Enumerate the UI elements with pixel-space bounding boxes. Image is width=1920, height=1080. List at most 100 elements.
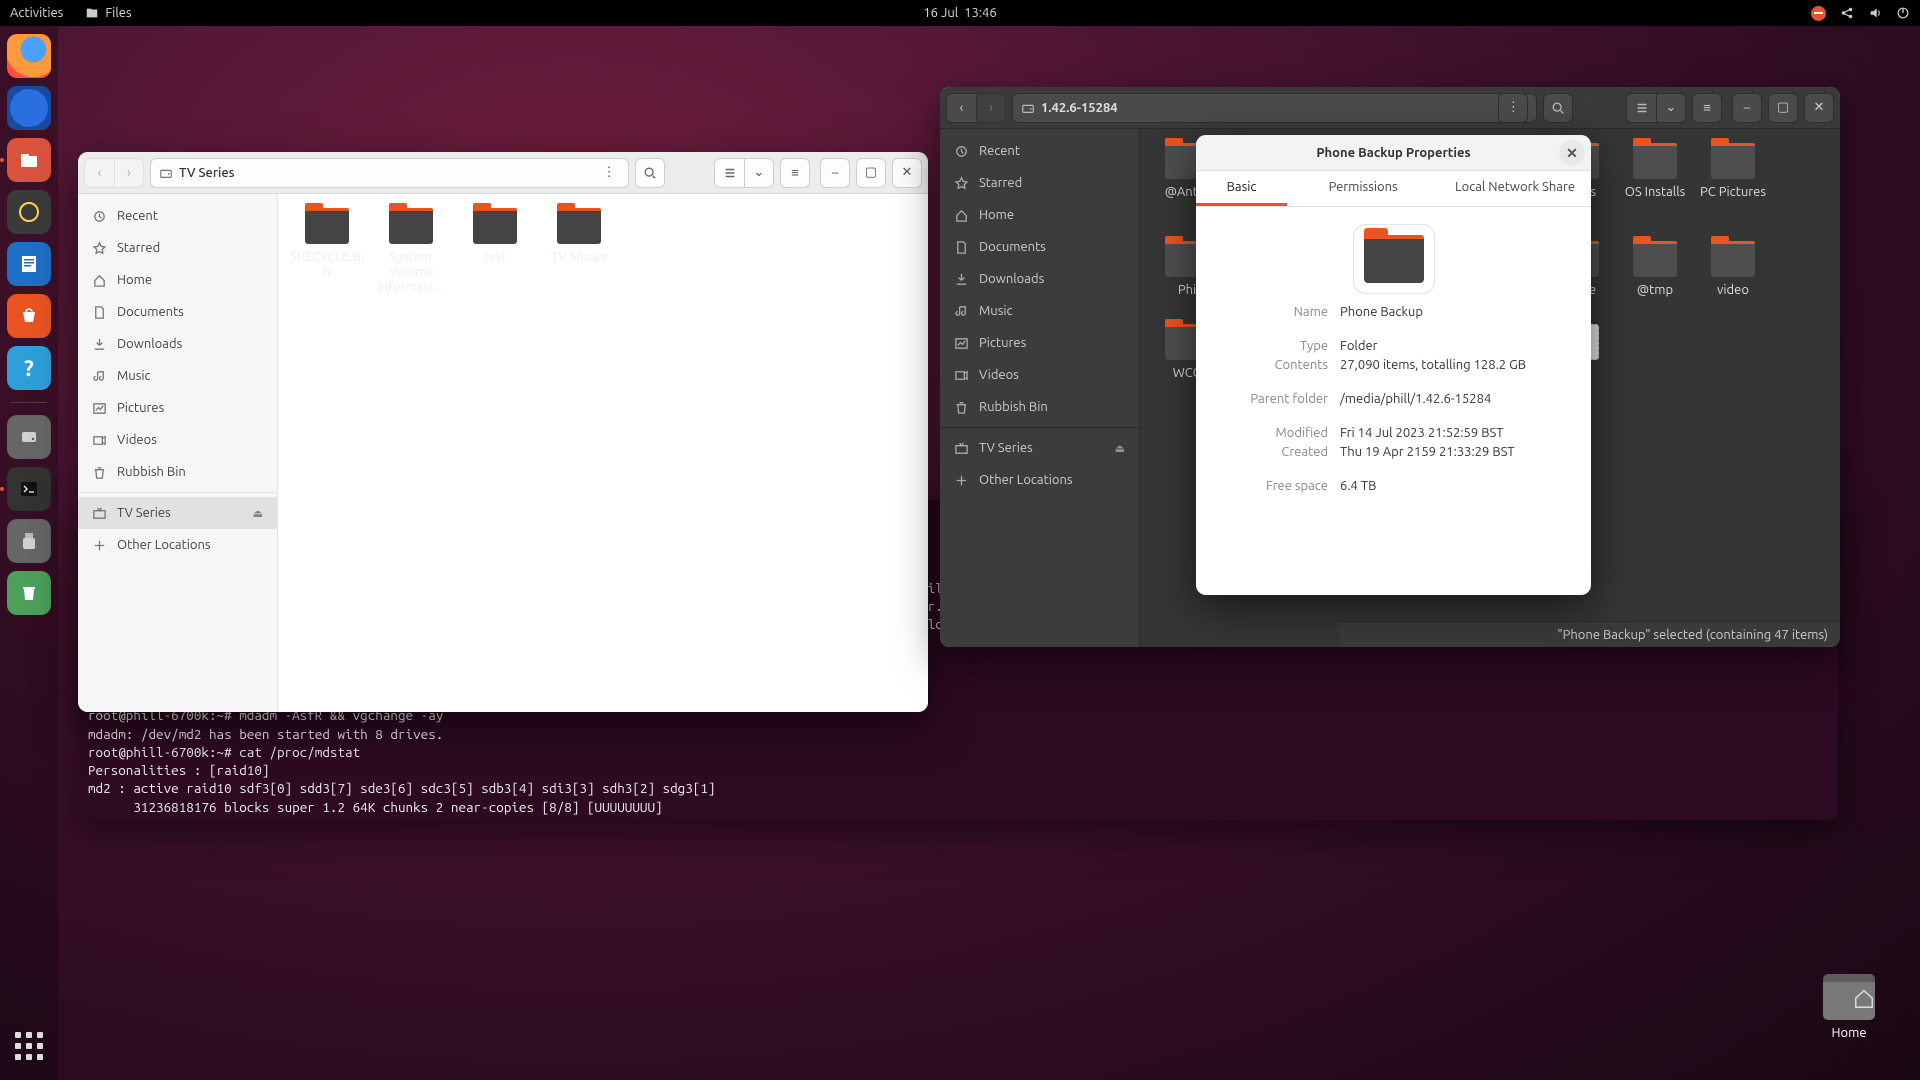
dock-drive-1[interactable] — [7, 415, 51, 459]
sidebar: RecentStarredHomeDocumentsDownloadsMusic… — [940, 129, 1140, 647]
value-freespace: 6.4 TB — [1340, 479, 1569, 493]
status-bar: "Phone Backup" selected (containing 47 i… — [1340, 621, 1840, 647]
sidebar-item-home[interactable]: Home — [78, 264, 277, 296]
sidebar-mount-tv-series[interactable]: TV Series⏏ — [78, 497, 277, 529]
tab-basic[interactable]: Basic — [1196, 171, 1287, 206]
value-name: Phone Backup — [1340, 305, 1569, 319]
sidebar-item-rubbish-bin[interactable]: Rubbish Bin — [78, 456, 277, 488]
location-label: 1.42.6-15284 — [1041, 101, 1118, 115]
sidebar-item-recent[interactable]: Recent — [78, 200, 277, 232]
sidebar-item-home[interactable]: Home — [940, 199, 1139, 231]
sidebar: RecentStarredHomeDocumentsDownloadsMusic… — [78, 194, 278, 712]
folder-item[interactable]: PC Pictures — [1694, 143, 1772, 215]
dock-terminal[interactable] — [7, 467, 51, 511]
tab-local-network-share[interactable]: Local Network Share — [1439, 171, 1591, 206]
folder-item[interactable]: OS Installs — [1616, 143, 1694, 215]
clock[interactable]: 16 Jul 13:46 — [923, 6, 996, 20]
sidebar-item-downloads[interactable]: Downloads — [940, 263, 1139, 295]
dock-firefox[interactable] — [7, 34, 51, 78]
label-type: Type — [1218, 339, 1328, 353]
view-list-button[interactable] — [714, 158, 744, 188]
desktop-home-folder[interactable]: Home — [1823, 974, 1875, 1040]
show-applications-button[interactable] — [7, 1024, 51, 1068]
power-icon[interactable] — [1896, 6, 1910, 20]
dock-help[interactable]: ? — [7, 346, 51, 390]
value-parent: /media/phill/1.42.6-15284 — [1340, 392, 1569, 406]
dock-trash[interactable] — [7, 571, 51, 615]
maximize-button[interactable]: ▢ — [856, 158, 886, 188]
label-modified: Modified — [1218, 426, 1328, 440]
hamburger-button[interactable]: ≡ — [1692, 93, 1722, 123]
folder-item[interactable]: video — [1694, 241, 1772, 298]
forward-button[interactable]: › — [976, 93, 1006, 123]
location-label: TV Series — [179, 166, 235, 180]
top-bar: Activities Files 16 Jul 13:46 — [0, 0, 1920, 26]
files-window-tv-series: ‹ › TV Series ⋮ ⌄ ≡ – ▢ ✕ RecentStarredH… — [78, 152, 928, 712]
forward-button[interactable]: › — [114, 158, 144, 188]
minimize-button[interactable]: – — [820, 158, 850, 188]
dock-rhythmbox[interactable] — [7, 190, 51, 234]
path-menu-button[interactable]: ⋮ — [1498, 93, 1528, 123]
close-button[interactable]: ✕ — [1804, 93, 1834, 123]
view-list-button[interactable] — [1626, 93, 1656, 123]
sidebar-item-videos[interactable]: Videos — [78, 424, 277, 456]
folder-item[interactable]: System Volume Informati… — [370, 208, 452, 295]
no-entry-icon[interactable] — [1811, 6, 1826, 21]
activities-button[interactable]: Activities — [10, 6, 63, 20]
back-button[interactable]: ‹ — [946, 93, 976, 123]
sidebar-item-videos[interactable]: Videos — [940, 359, 1139, 391]
search-button[interactable] — [1543, 93, 1573, 123]
search-button[interactable] — [635, 158, 665, 188]
dock-ubuntu-software[interactable] — [7, 294, 51, 338]
sidebar-item-starred[interactable]: Starred — [940, 167, 1139, 199]
label-name: Name — [1218, 305, 1328, 319]
location-bar[interactable]: TV Series ⋮ — [150, 158, 629, 188]
sidebar-mount-tv-series[interactable]: TV Series⏏ — [940, 432, 1139, 464]
sidebar-item-starred[interactable]: Starred — [78, 232, 277, 264]
dialog-title: Phone Backup Properties — [1316, 146, 1470, 160]
maximize-button[interactable]: ▢ — [1768, 93, 1798, 123]
dock: ? — [0, 26, 58, 1080]
path-menu-button[interactable]: ⋮ — [598, 162, 620, 184]
sidebar-other-locations[interactable]: Other Locations — [940, 464, 1139, 496]
tab-permissions[interactable]: Permissions — [1287, 171, 1439, 206]
folder-item[interactable]: test — [454, 208, 536, 295]
sidebar-item-pictures[interactable]: Pictures — [78, 392, 277, 424]
label-parent: Parent folder — [1218, 392, 1328, 406]
sidebar-item-documents[interactable]: Documents — [940, 231, 1139, 263]
folder-item[interactable]: $RECYCLE.BIN — [286, 208, 368, 295]
label-created: Created — [1218, 445, 1328, 459]
value-created: Thu 19 Apr 2159 21:33:29 BST — [1340, 445, 1569, 459]
minimize-button[interactable]: – — [1732, 93, 1762, 123]
headerbar: ‹ › 1.42.6-15284 ⋮ ⌄ ≡ – ▢ ✕ — [940, 87, 1840, 129]
sidebar-item-music[interactable]: Music — [78, 360, 277, 392]
properties-dialog: Phone Backup Properties ✕ Basic Permissi… — [1196, 135, 1591, 595]
back-button[interactable]: ‹ — [84, 158, 114, 188]
dock-thunderbird[interactable] — [7, 86, 51, 130]
close-button[interactable]: ✕ — [892, 158, 922, 188]
view-options-button[interactable]: ⌄ — [744, 158, 774, 188]
headerbar: ‹ › TV Series ⋮ ⌄ ≡ – ▢ ✕ — [78, 152, 928, 194]
folder-item[interactable]: @tmp — [1616, 241, 1694, 298]
sidebar-item-rubbish-bin[interactable]: Rubbish Bin — [940, 391, 1139, 423]
dock-files[interactable] — [7, 138, 51, 182]
sidebar-item-recent[interactable]: Recent — [940, 135, 1139, 167]
label-contents: Contents — [1218, 358, 1328, 372]
dock-libreoffice-writer[interactable] — [7, 242, 51, 286]
sidebar-item-music[interactable]: Music — [940, 295, 1139, 327]
folder-item[interactable]: TV Shows — [538, 208, 620, 295]
network-icon[interactable] — [1840, 6, 1854, 20]
sidebar-item-downloads[interactable]: Downloads — [78, 328, 277, 360]
dialog-close-button[interactable]: ✕ — [1559, 140, 1585, 166]
volume-icon[interactable] — [1868, 6, 1882, 20]
sidebar-item-documents[interactable]: Documents — [78, 296, 277, 328]
dock-drive-usb[interactable] — [7, 519, 51, 563]
folder-icon — [1364, 235, 1424, 283]
sidebar-other-locations[interactable]: Other Locations — [78, 529, 277, 561]
file-view[interactable]: $RECYCLE.BINSystem Volume Informati…test… — [278, 194, 928, 712]
location-bar[interactable]: 1.42.6-15284 ⋮ — [1012, 93, 1537, 123]
view-options-button[interactable]: ⌄ — [1656, 93, 1686, 123]
hamburger-button[interactable]: ≡ — [780, 158, 810, 188]
appmenu-files[interactable]: Files — [85, 6, 131, 20]
sidebar-item-pictures[interactable]: Pictures — [940, 327, 1139, 359]
